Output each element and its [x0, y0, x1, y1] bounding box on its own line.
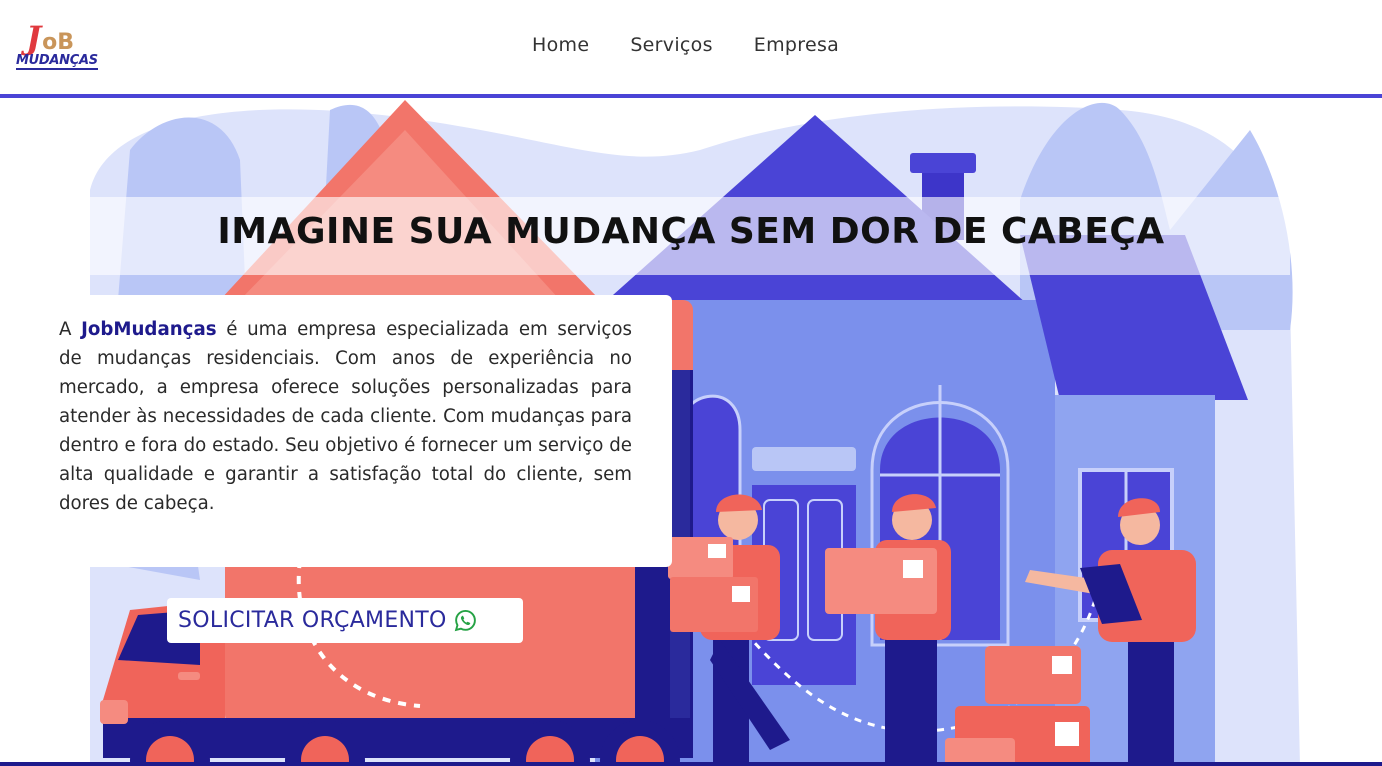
logo-letter-j: J — [26, 19, 42, 57]
company-name: JobMudanças — [81, 319, 217, 340]
brand-logo[interactable]: J oB MUDANÇAS — [16, 20, 100, 78]
truck-bumper — [100, 700, 128, 724]
box-stack-top — [985, 646, 1081, 704]
nav-link-home[interactable]: Home — [532, 34, 589, 56]
about-body: é uma empresa especializada em serviços … — [59, 319, 632, 514]
request-quote-label: SOLICITAR ORÇAMENTO — [178, 608, 447, 633]
truck-headlight — [178, 672, 200, 680]
about-card: A JobMudanças é uma empresa especializad… — [40, 295, 672, 567]
about-text: A JobMudanças é uma empresa especializad… — [59, 315, 632, 518]
logo-subtitle: MUDANÇAS — [16, 53, 98, 71]
house-door-awning — [752, 447, 856, 471]
logo-letters-ob: oB — [42, 30, 75, 55]
about-prefix: A — [59, 319, 82, 340]
house-chimney-cap — [910, 153, 976, 173]
whatsapp-icon — [454, 609, 476, 632]
bottom-border — [0, 762, 1382, 766]
nav-link-servicos[interactable]: Serviços — [630, 34, 712, 56]
request-quote-button[interactable]: SOLICITAR ORÇAMENTO — [167, 598, 523, 643]
hero-headline: IMAGINE SUA MUDANÇA SEM DOR DE CABEÇA — [217, 211, 1165, 252]
logo-mark: J oB — [26, 20, 74, 54]
main-nav: Home Serviços Empresa — [532, 34, 839, 56]
nav-link-empresa[interactable]: Empresa — [754, 34, 839, 56]
site-header: J oB MUDANÇAS Home Serviços Empresa — [0, 0, 1382, 98]
